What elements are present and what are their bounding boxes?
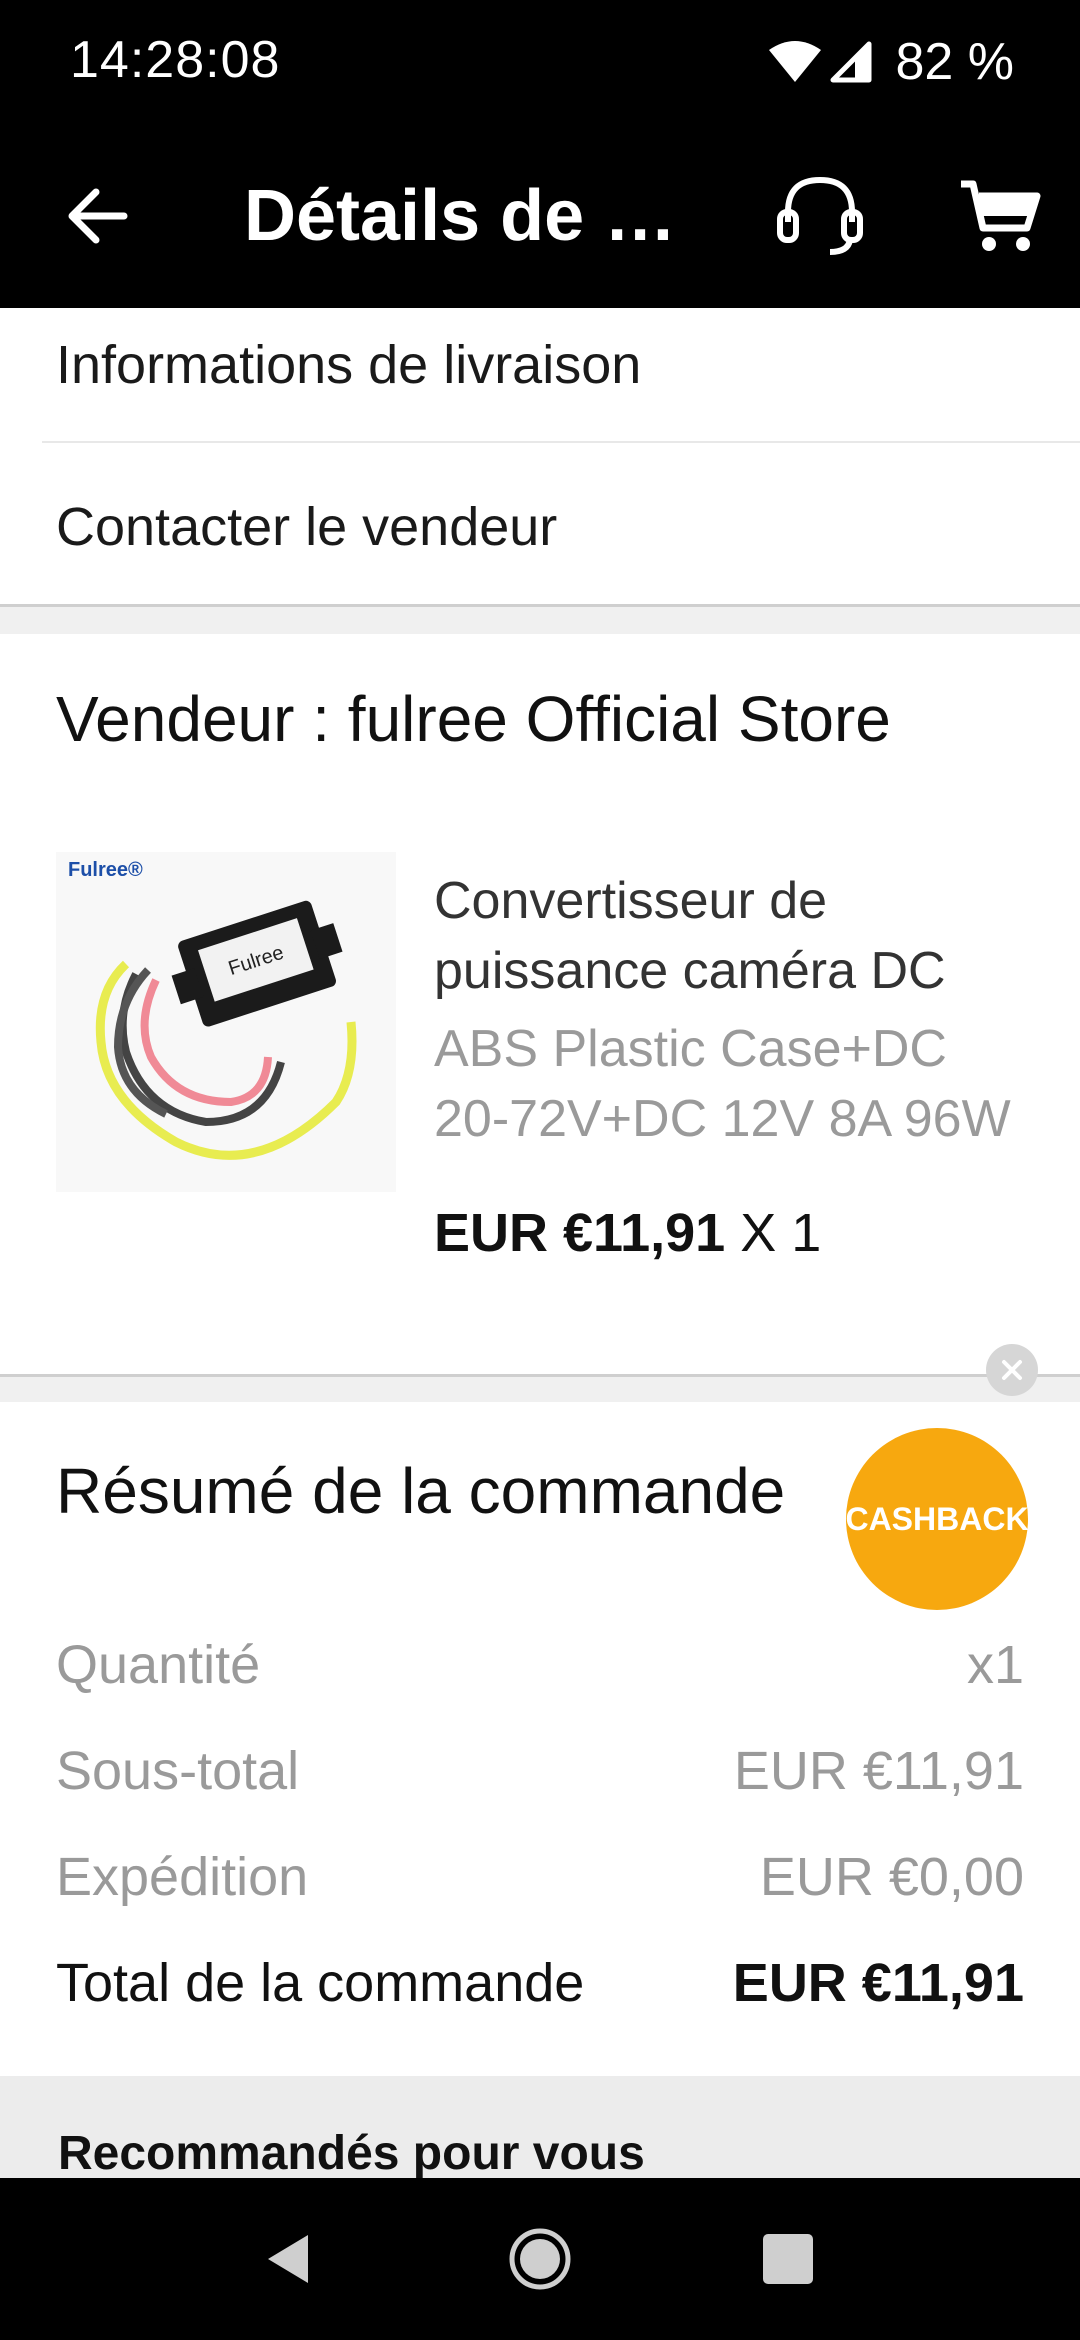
section-gap: [0, 607, 1080, 634]
section-gap: [0, 1377, 1080, 1402]
nav-recents-button[interactable]: [718, 2178, 858, 2340]
product-quantity: X 1: [740, 1203, 822, 1263]
system-nav-bar: [0, 2178, 1080, 2340]
product-photo: Fulree® Fulree: [56, 852, 396, 1192]
close-icon: [1002, 1360, 1022, 1380]
product-price-line: EUR €11,91 X 1: [434, 1202, 821, 1264]
nav-back-button[interactable]: [220, 2178, 360, 2340]
screen: 14:28:08 82 % Détails de la commande: [0, 0, 1080, 2340]
quantity-label: Quantité: [56, 1635, 261, 1695]
quantity-value: x1: [966, 1635, 1024, 1695]
order-total-label: Total de la commande: [56, 1953, 585, 2013]
contact-seller-label: Contacter le vendeur: [56, 497, 558, 557]
seller-name[interactable]: Vendeur : fulree Official Store: [56, 682, 891, 756]
cell-signal-icon: [830, 41, 872, 83]
shipping-row: Expédition EUR €0,00: [56, 1846, 1024, 1926]
product-variant: ABS Plastic Case+DC 20-72V+DC 12V 8A 96W: [434, 1020, 1011, 1148]
subtotal-row: Sous-total EUR €11,91: [56, 1740, 1024, 1820]
cashback-badge[interactable]: CASHBACK: [845, 1428, 1029, 1610]
summary-title: Résumé de la commande: [56, 1455, 786, 1527]
app-bar: Détails de la commande: [0, 124, 1080, 308]
delivery-info-label: Informations de livraison: [56, 335, 642, 395]
headset-icon: [777, 176, 863, 255]
close-cashback-button[interactable]: [986, 1344, 1038, 1396]
shipping-label: Expédition: [56, 1847, 309, 1907]
triangle-back-icon: [268, 2235, 308, 2283]
recommendations-section: Recommandés pour vous: [0, 2076, 1080, 2178]
shopping-cart-icon: [961, 180, 1041, 251]
quantity-row: Quantité x1: [56, 1634, 1024, 1714]
divider: [42, 441, 1080, 443]
status-bar: 14:28:08 82 %: [0, 0, 1080, 124]
status-icons: 82 %: [767, 30, 1014, 94]
cart-button[interactable]: [955, 172, 1045, 262]
nav-home-button[interactable]: [470, 2178, 610, 2340]
order-total-row: Total de la commande EUR €11,91: [56, 1952, 1024, 2032]
status-time: 14:28:08: [70, 31, 281, 89]
contact-seller-row[interactable]: Contacter le vendeur: [0, 444, 1080, 604]
support-button[interactable]: [770, 166, 870, 266]
order-links: Informations de livraison Contacter le v…: [0, 308, 1080, 606]
seller-section: Vendeur : fulree Official Store Fulree® …: [0, 634, 1080, 1376]
shipping-value: EUR €0,00: [759, 1847, 1024, 1907]
wifi-icon: [769, 41, 822, 82]
subtotal-value: EUR €11,91: [733, 1741, 1024, 1801]
order-summary: Résumé de la commande CASHBACK Quantité …: [0, 1402, 1080, 2076]
recommendations-title: Recommandés pour vous: [58, 2127, 645, 2178]
home-circle-icon: [509, 2228, 571, 2290]
battery-percent: 82 %: [895, 33, 1014, 91]
square-recents-icon: [763, 2234, 813, 2284]
page-title: Détails de la commande: [244, 176, 684, 256]
product-title[interactable]: Convertisseur de puissance caméra DC: [434, 866, 1024, 1006]
product-image[interactable]: Fulree® Fulree: [56, 852, 396, 1192]
subtotal-label: Sous-total: [56, 1741, 300, 1801]
back-button[interactable]: [58, 176, 138, 256]
brand-logo: Fulree®: [68, 859, 143, 881]
arrow-back-icon: [68, 188, 128, 244]
product-price: EUR €11,91: [434, 1203, 726, 1263]
order-total-value: EUR €11,91: [732, 1953, 1024, 2013]
